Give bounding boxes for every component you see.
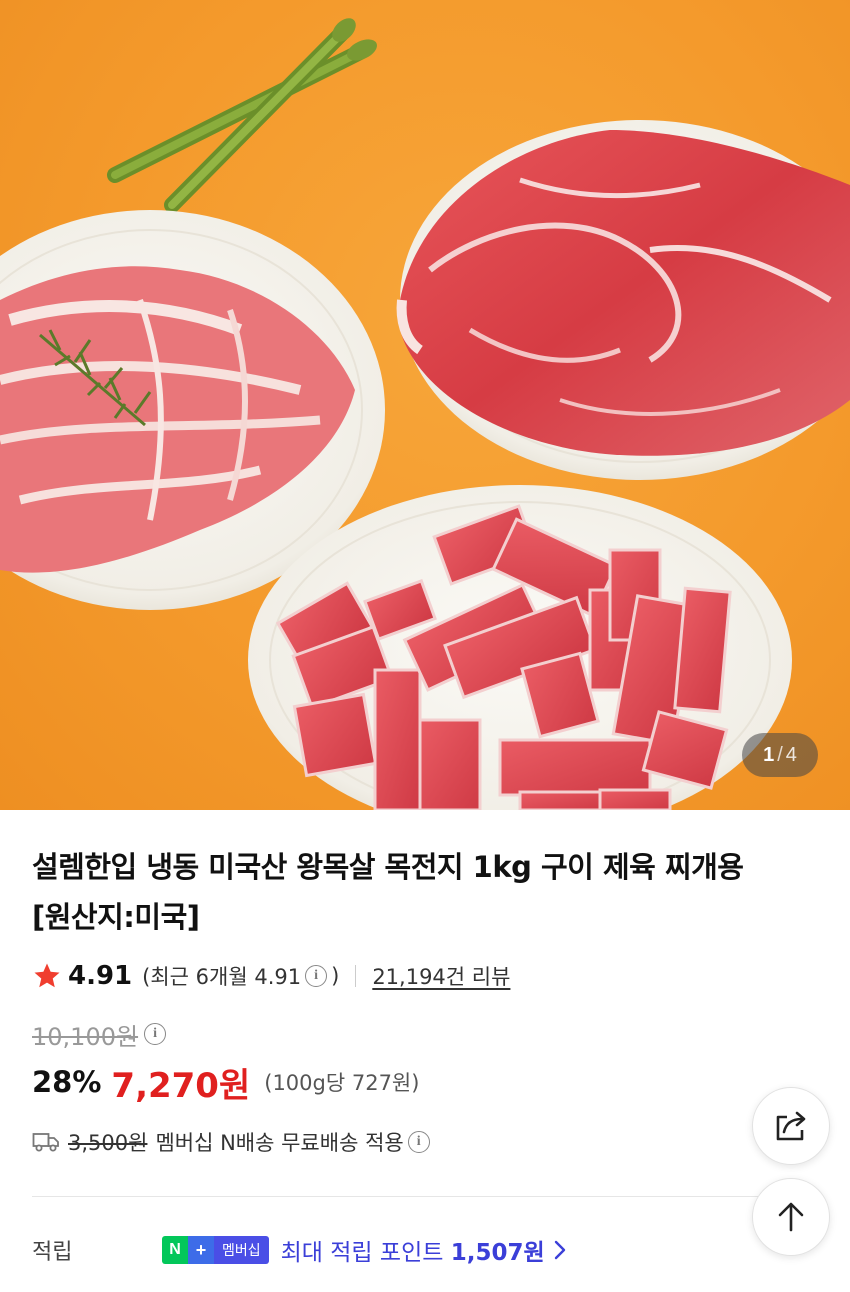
review-count-link[interactable]: 21,194건 리뷰 xyxy=(372,961,510,991)
points-row[interactable]: 적립 N + 멤버십 최대 적립 포인트 1,507원 xyxy=(32,1228,732,1272)
section-divider xyxy=(32,1196,818,1197)
truck-icon xyxy=(32,1133,59,1152)
product-photo xyxy=(0,18,850,810)
chevron-right-icon xyxy=(554,1240,565,1260)
share-icon xyxy=(776,1111,806,1141)
badge-n: N xyxy=(162,1236,188,1264)
price-info-icon[interactable]: i xyxy=(144,1023,167,1045)
product-image-carousel[interactable]: 1 / 4 xyxy=(0,0,850,810)
delivery-text: 멤버십 N배송 무료배송 적용 xyxy=(155,1131,404,1155)
page-total: 4 xyxy=(785,743,797,766)
sale-price-row: 28% 7,270원 (100g당 727원) xyxy=(32,1058,419,1106)
image-page-indicator: 1 / 4 xyxy=(742,733,818,777)
badge-plus: + xyxy=(188,1236,214,1264)
rating-divider xyxy=(355,965,357,987)
shipping-fee: 3,500원 xyxy=(68,1131,148,1155)
product-title: 설렘한입 냉동 미국산 왕목살 목전지 1kg 구이 제육 찌개용 [원산지:미… xyxy=(32,842,792,942)
product-title-line2: [원산지:미국] xyxy=(32,900,200,934)
rating-value: 4.91 xyxy=(68,961,133,991)
rating-recent-close: ) xyxy=(331,964,340,988)
original-price: 10,100원 xyxy=(32,1022,139,1051)
discount-rate: 28% xyxy=(32,1065,102,1099)
points-text: 최대 적립 포인트 1,507원 xyxy=(281,1233,545,1267)
page-current: 1 xyxy=(763,743,775,766)
asparagus-decoration xyxy=(107,18,377,213)
points-label: 적립 xyxy=(32,1240,73,1265)
points-amount: 1,507원 xyxy=(450,1240,545,1266)
rating-recent-text: (최근 6개월 4.91 xyxy=(142,965,302,989)
delivery-info-icon[interactable]: i xyxy=(407,1131,430,1153)
points-description: 최대 적립 포인트 xyxy=(280,1240,444,1266)
sale-price: 7,270원 xyxy=(111,1065,251,1106)
rating-recent: (최근 6개월 4.91 i ) xyxy=(142,961,339,991)
nplus-membership-badge: N + 멤버십 xyxy=(162,1236,269,1264)
product-title-line1: 설렘한입 냉동 미국산 왕목살 목전지 1kg 구이 제육 찌개용 xyxy=(32,850,744,884)
badge-membership: 멤버십 xyxy=(214,1236,269,1264)
rating-row: 4.91 (최근 6개월 4.91 i ) 21,194건 리뷰 xyxy=(32,956,510,996)
unit-price: (100g당 727원) xyxy=(264,1071,420,1095)
steak-plate xyxy=(396,120,850,480)
delivery-row: 3,500원 멤버십 N배송 무료배송 적용 i xyxy=(32,1122,434,1162)
scroll-top-button[interactable] xyxy=(752,1178,830,1256)
arrow-up-icon xyxy=(778,1202,804,1232)
page-separator: / xyxy=(777,743,783,766)
info-icon[interactable]: i xyxy=(305,965,328,987)
original-price-row: 10,100원 i xyxy=(32,1016,170,1052)
share-button[interactable] xyxy=(752,1087,830,1165)
star-icon xyxy=(34,963,60,988)
